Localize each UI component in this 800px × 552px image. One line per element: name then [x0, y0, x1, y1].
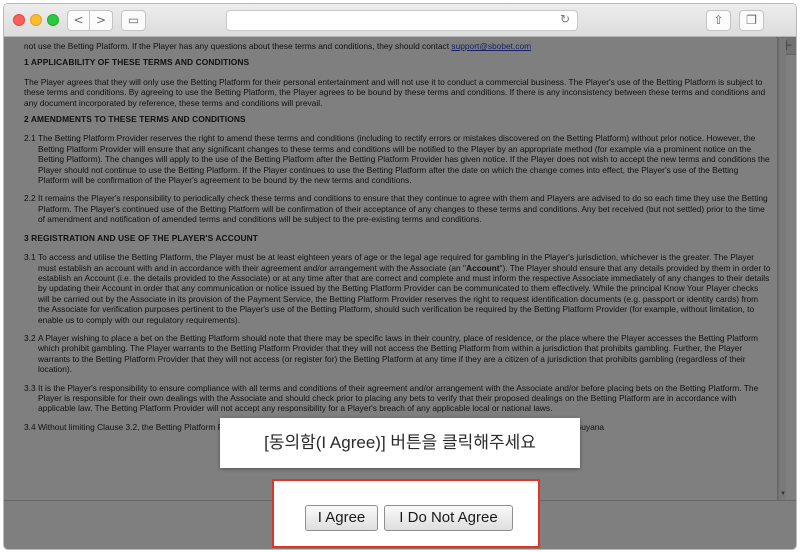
clause-text: It is the Player's responsibility to ens…: [38, 382, 759, 414]
i-agree-button[interactable]: I Agree: [305, 505, 378, 531]
clause-text: The Betting Platform Provider reserves t…: [38, 133, 770, 186]
clause-number: 3.2: [24, 332, 36, 343]
i-do-not-agree-button[interactable]: I Do Not Agree: [384, 505, 513, 531]
support-email-link[interactable]: support@sbobet.com: [451, 41, 531, 51]
minimize-window-button[interactable]: [30, 14, 42, 26]
reload-icon[interactable]: ↻: [560, 12, 570, 26]
forward-icon[interactable]: >: [90, 10, 113, 31]
section-2-heading: 2 AMENDMENTS TO THESE TERMS AND CONDITIO…: [24, 114, 246, 125]
browser-toolbar: < > ▭ ↻ ⇧ ❐: [4, 4, 796, 37]
sidebar-icon[interactable]: ▭: [121, 10, 146, 31]
zoom-window-button[interactable]: [47, 14, 59, 26]
terms-intro: not use the Betting Platform. If the Pla…: [24, 41, 771, 51]
close-window-button[interactable]: [13, 14, 25, 26]
clause-number: 3.3: [24, 382, 36, 393]
terms-scrollbar[interactable]: ▼: [778, 38, 786, 500]
highlighted-button-group: I Agree I Do Not Agree: [272, 479, 540, 548]
clause-2-2: 2.2 It remains the Player's responsibili…: [24, 193, 771, 224]
clause-number: 3.1: [24, 252, 36, 263]
clause-text: It remains the Player's responsibility t…: [38, 193, 768, 225]
tabs-overview-icon[interactable]: ❐: [739, 10, 764, 31]
clause-3-2: 3.2 A Player wishing to place a bet on t…: [24, 333, 771, 375]
back-icon[interactable]: <: [67, 10, 90, 31]
clause-text: A Player wishing to place a bet on the B…: [38, 332, 759, 375]
share-icon[interactable]: ⇧: [706, 10, 731, 31]
clause-2-1: 2.1 The Betting Platform Provider reserv…: [24, 133, 771, 185]
clause-number: 3.4: [24, 421, 36, 432]
section-1-heading: 1 APPLICABILITY OF THESE TERMS AND CONDI…: [24, 57, 250, 68]
section-3-heading: 3 REGISTRATION AND USE OF THE PLAYER'S A…: [24, 232, 258, 243]
clause-bold-term: Account: [466, 262, 500, 273]
clause-number: 2.1: [24, 133, 36, 144]
clause-number: 2.2: [24, 193, 36, 204]
terms-text: not use the Betting Platform. If the Pla…: [16, 38, 777, 432]
instruction-callout: [동의함(I Agree)] 버튼을 클릭해주세요: [220, 418, 580, 468]
clause-3-1: 3.1 To access and utilise the Betting Pl…: [24, 252, 771, 325]
section-1-body: The Player agrees that they will only us…: [24, 76, 766, 108]
terms-intro-text: not use the Betting Platform. If the Pla…: [24, 41, 450, 51]
address-bar[interactable]: ↻: [226, 10, 578, 31]
scroll-down-arrow-icon[interactable]: ▼: [780, 491, 786, 497]
clause-3-3: 3.3 It is the Player's responsibility to…: [24, 383, 771, 414]
